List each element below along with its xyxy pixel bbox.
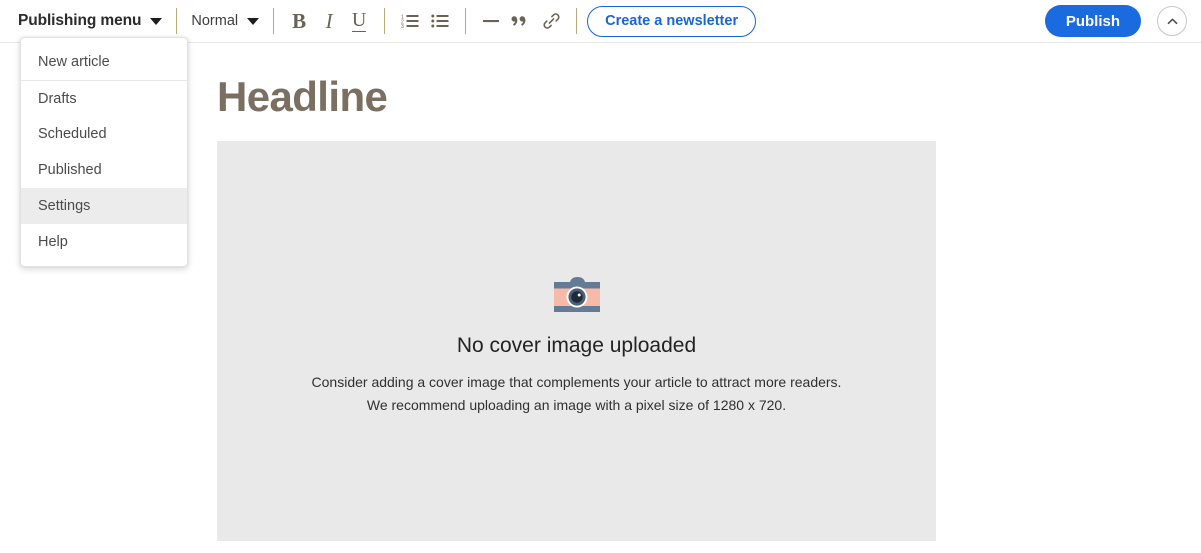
publish-button[interactable]: Publish: [1044, 5, 1141, 37]
underline-button[interactable]: U: [344, 6, 374, 36]
chevron-down-icon: [247, 17, 260, 25]
bulleted-list-button[interactable]: [425, 6, 455, 36]
svg-text:3: 3: [401, 24, 404, 29]
cover-image-dropzone[interactable]: No cover image uploaded Consider adding …: [217, 141, 936, 541]
blockquote-button[interactable]: [506, 6, 536, 36]
italic-button[interactable]: I: [314, 6, 344, 36]
toolbar-divider: [576, 8, 578, 34]
menu-item-label: Help: [38, 234, 68, 250]
text-style-select[interactable]: Normal: [187, 10, 263, 32]
cover-description-line-2: We recommend uploading an image with a p…: [366, 397, 787, 414]
toolbar-divider: [465, 8, 467, 34]
menu-item-settings[interactable]: Settings: [21, 188, 187, 224]
toolbar-divider: [176, 8, 178, 34]
menu-item-label: New article: [38, 54, 110, 70]
app-root: Publishing menu Normal B I U 1 2 3 Creat…: [0, 0, 1201, 553]
create-newsletter-button[interactable]: Create a newsletter: [587, 5, 757, 37]
publishing-dropdown-menu: New article Drafts Scheduled Published S…: [20, 37, 188, 267]
menu-item-label: Settings: [38, 198, 91, 214]
bulleted-list-icon: [431, 14, 449, 28]
bold-button[interactable]: B: [284, 6, 314, 36]
horizontal-rule-icon: [483, 20, 500, 23]
chevron-up-icon: [1167, 18, 1177, 24]
menu-item-label: Published: [38, 162, 102, 178]
menu-item-help[interactable]: Help: [21, 224, 187, 260]
publishing-menu-trigger[interactable]: Publishing menu: [14, 9, 166, 33]
cover-empty-description: Consider adding a cover image that compl…: [312, 371, 842, 417]
underline-icon: U: [351, 9, 367, 32]
quote-icon: [511, 16, 526, 26]
camera-icon: [553, 277, 600, 312]
menu-item-label: Scheduled: [38, 126, 107, 142]
toolbar-divider: [384, 8, 386, 34]
ordered-list-button[interactable]: 1 2 3: [395, 6, 425, 36]
bold-icon: B: [292, 8, 307, 33]
menu-item-drafts[interactable]: Drafts: [21, 80, 187, 116]
headline-input[interactable]: Headline: [217, 73, 937, 120]
cover-description-line-1: Consider adding a cover image that compl…: [311, 374, 842, 390]
text-style-label: Normal: [191, 13, 239, 29]
collapse-toolbar-button[interactable]: [1157, 6, 1187, 36]
toolbar-divider: [273, 8, 275, 34]
publishing-menu-label: Publishing menu: [18, 12, 142, 29]
menu-item-published[interactable]: Published: [21, 152, 187, 188]
link-icon: [543, 12, 560, 29]
horizontal-rule-button[interactable]: [476, 6, 506, 36]
chevron-down-icon: [150, 17, 163, 25]
menu-item-new-article[interactable]: New article: [21, 44, 187, 80]
menu-item-label: Drafts: [38, 90, 77, 107]
link-button[interactable]: [536, 6, 566, 36]
numbered-list-icon: 1 2 3: [401, 14, 419, 29]
cover-empty-title: No cover image uploaded: [456, 334, 697, 357]
italic-icon: I: [325, 8, 333, 33]
menu-item-scheduled[interactable]: Scheduled: [21, 116, 187, 152]
